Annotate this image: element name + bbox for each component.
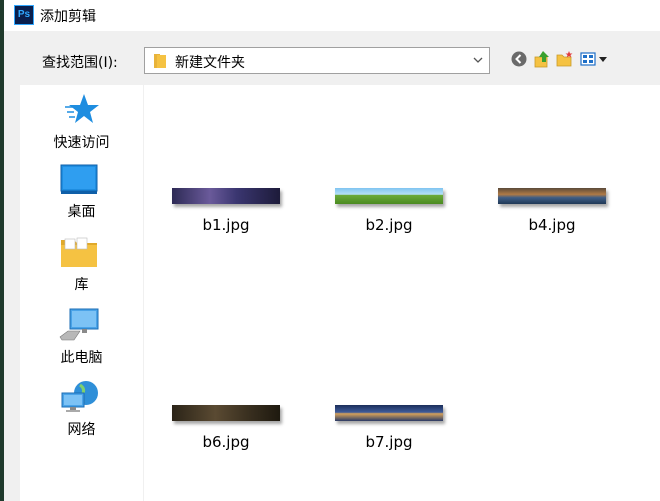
file-item[interactable]: b4.jpg: [470, 188, 610, 268]
look-in-value: 新建文件夹: [175, 55, 245, 71]
file-name: b7.jpg: [365, 433, 413, 451]
window-title: 添加剪辑: [40, 9, 96, 25]
place-label: 库: [74, 277, 89, 293]
window-edge: [0, 0, 4, 501]
thumbnail: [498, 188, 606, 204]
up-folder-icon[interactable]: [533, 50, 551, 68]
view-menu-icon[interactable]: [580, 50, 610, 68]
file-item[interactable]: b7.jpg: [307, 405, 447, 485]
file-name: b6.jpg: [202, 433, 250, 451]
thumbnail: [172, 188, 280, 204]
file-name: b1.jpg: [202, 216, 250, 234]
file-item[interactable]: b6.jpg: [144, 405, 284, 485]
library-icon: [61, 237, 97, 267]
file-list[interactable]: b1.jpg b2.jpg b4.jpg b6.jpg b7.jpg: [144, 85, 660, 501]
thumbnail: [172, 405, 280, 421]
place-this-pc[interactable]: 此电脑: [20, 306, 143, 372]
network-icon: [61, 381, 98, 412]
look-in-label: 查找范围(I):: [42, 55, 118, 71]
title-bar[interactable]: Ps 添加剪辑: [4, 0, 660, 31]
places-bar: 快速访问 桌面 库 此电脑 网络: [20, 85, 143, 501]
photoshop-app-icon: Ps: [14, 5, 34, 25]
file-name: b2.jpg: [365, 216, 413, 234]
place-desktop[interactable]: 桌面: [20, 162, 143, 228]
thumbnail: [335, 188, 443, 204]
place-label: 网络: [67, 422, 96, 438]
place-library[interactable]: 库: [20, 233, 143, 299]
chevron-down-icon[interactable]: [473, 56, 483, 64]
file-name: b4.jpg: [528, 216, 576, 234]
computer-icon: [59, 308, 99, 341]
place-quick-access[interactable]: 快速访问: [20, 90, 143, 156]
place-network[interactable]: 网络: [20, 379, 143, 445]
place-label: 桌面: [67, 204, 96, 220]
look-in-dropdown[interactable]: 新建文件夹: [144, 47, 490, 74]
thumbnail: [335, 405, 443, 421]
back-icon[interactable]: [510, 50, 528, 68]
place-label: 此电脑: [60, 350, 103, 366]
star-icon: [65, 94, 99, 123]
folder-icon: [154, 54, 166, 68]
place-label: 快速访问: [53, 135, 110, 151]
desktop-icon: [60, 164, 98, 194]
file-item[interactable]: b1.jpg: [144, 188, 284, 268]
new-folder-icon[interactable]: [556, 50, 574, 68]
file-item[interactable]: b2.jpg: [307, 188, 447, 268]
